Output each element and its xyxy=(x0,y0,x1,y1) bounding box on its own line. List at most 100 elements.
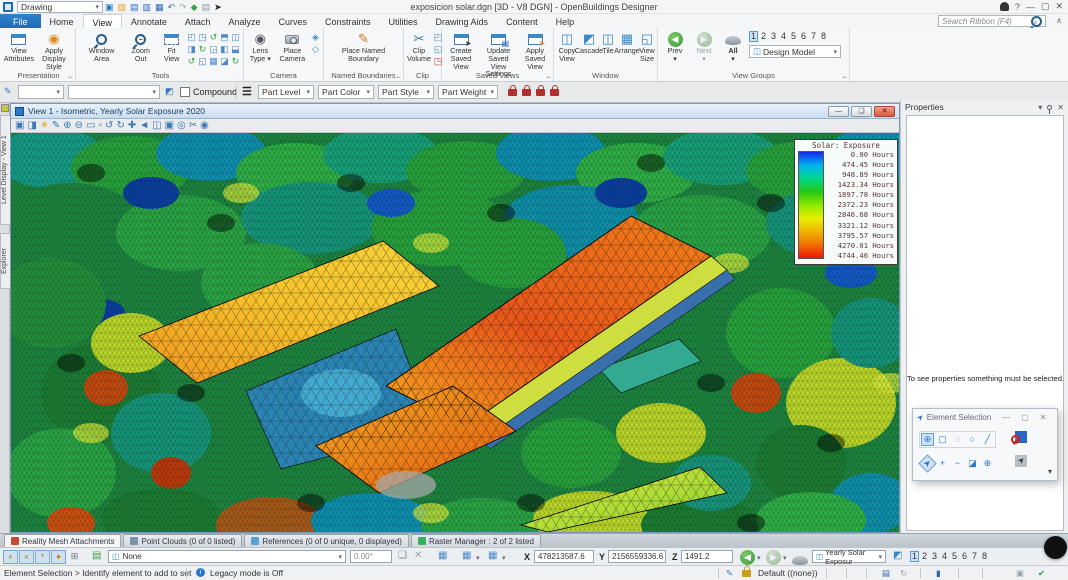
redo-icon[interactable]: ↷ xyxy=(179,1,187,13)
snap-mode-icon[interactable]: ⊞ xyxy=(67,550,82,564)
walk-icon[interactable]: ◄ xyxy=(139,119,149,132)
clip-view-icon[interactable]: ✂ xyxy=(189,119,197,132)
place-named-boundary-button[interactable]: ✎ Place Named Boundary xyxy=(326,30,401,64)
element-template-icon[interactable]: ✎ xyxy=(4,86,12,97)
part-weight-select[interactable]: Part Weight▾ xyxy=(438,85,498,99)
view-back-icon[interactable]: ▦ xyxy=(208,55,219,67)
clip-volume-button[interactable]: ✂ Clip Volume xyxy=(406,30,432,64)
workflow-selector[interactable]: Drawing▾ xyxy=(17,1,103,13)
lock-weight-icon[interactable] xyxy=(550,89,559,96)
dialog-launcher-icon[interactable]: ¬ xyxy=(69,73,73,80)
chevron-down-icon[interactable]: ▾ xyxy=(783,553,787,565)
user-account-icon[interactable] xyxy=(1000,2,1009,11)
tab-drawing-aids[interactable]: Drawing Aids xyxy=(427,14,498,28)
view-toggle-2[interactable]: 2 xyxy=(920,551,929,562)
print-icon[interactable]: ▤ xyxy=(202,1,211,13)
active-element-template-select[interactable]: ▾ xyxy=(18,85,64,99)
viewport-canvas[interactable]: Solar: Exposure 0.00 Hours474.45 Hours94… xyxy=(11,133,899,532)
view-toggle-8[interactable]: 8 xyxy=(819,31,828,42)
maximize-button[interactable]: ▢ xyxy=(1041,1,1050,12)
view-toggle-8[interactable]: 8 xyxy=(980,551,989,562)
all-views-icon[interactable] xyxy=(792,556,808,565)
close-button[interactable]: ✕ xyxy=(1055,1,1063,12)
view-toggle-7[interactable]: 7 xyxy=(970,551,979,562)
copy-view-icon[interactable]: ◫ xyxy=(152,119,161,132)
select-individual-icon[interactable]: ⊕ xyxy=(921,433,934,446)
tab-view[interactable]: View xyxy=(83,14,122,28)
tab-file[interactable]: File xyxy=(0,14,41,28)
view-rotation-icon[interactable]: ⬒ xyxy=(219,31,230,43)
save-status-icon[interactable]: ▤ xyxy=(882,568,890,579)
sun-shadow-icon[interactable]: ☀ xyxy=(40,119,49,132)
tab-raster-manager[interactable]: Raster Manager : 2 of 2 listed xyxy=(411,534,541,547)
pin-icon[interactable] xyxy=(1047,105,1052,110)
dock-icon[interactable] xyxy=(1,104,9,112)
view-fly-icon[interactable]: ↺ xyxy=(186,55,197,67)
view-toggle-4[interactable]: 4 xyxy=(940,551,949,562)
change-view-icon[interactable]: ▣ xyxy=(165,119,174,132)
lens-type-button[interactable]: ◉ Lens Type ▾ xyxy=(246,30,275,64)
dialog-launcher-icon[interactable]: ¬ xyxy=(547,73,551,80)
tab-references[interactable]: References (0 of 0 unique, 0 displayed) xyxy=(244,534,409,547)
select-shape-icon[interactable]: ◌ xyxy=(951,433,964,446)
view-previous-icon[interactable]: ◰ xyxy=(186,31,197,43)
fit-view-button[interactable]: Fit View xyxy=(158,30,185,64)
lock-color-icon[interactable] xyxy=(522,89,531,96)
brush-icon[interactable]: ✎ xyxy=(52,119,60,132)
pin-icon[interactable]: ◆ xyxy=(191,1,198,13)
dialog-maximize-button[interactable]: ▢ xyxy=(1021,413,1029,422)
display-style-icon[interactable]: ◨ xyxy=(27,119,36,132)
tab-explorer[interactable]: Explorer xyxy=(0,233,10,289)
active-angle-field[interactable]: 0.00° xyxy=(350,550,392,563)
zoom-in-icon[interactable]: ⊕ xyxy=(63,119,71,132)
grid-config-icon[interactable]: ▦ xyxy=(462,550,471,562)
render-icon[interactable]: ◎ xyxy=(177,119,186,132)
sync-status-icon[interactable]: ↻ xyxy=(900,568,907,579)
next-view-group-icon[interactable]: ▶ xyxy=(766,550,781,565)
lock-status-icon[interactable] xyxy=(742,570,751,577)
window-area-button[interactable]: Window Area xyxy=(80,30,123,64)
pattern-icon[interactable]: ✕ xyxy=(414,550,422,562)
zoom-out-icon[interactable]: ⊖ xyxy=(75,119,83,132)
design-history-icon[interactable]: ▮ xyxy=(936,568,941,579)
y-coordinate-field[interactable]: 2156559336.6 xyxy=(608,550,666,563)
camera-view-icon[interactable]: ◉ xyxy=(200,119,209,132)
place-camera-button[interactable]: Place Camera xyxy=(276,30,309,64)
compound-checkbox[interactable] xyxy=(180,87,190,97)
chevron-down-icon[interactable]: ▾ xyxy=(476,553,480,565)
view-toggle-3[interactable]: 3 xyxy=(930,551,939,562)
help-icon[interactable]: ? xyxy=(1015,2,1020,12)
dialog-close-button[interactable]: ✕ xyxy=(1040,413,1047,422)
prev-view-group-icon[interactable]: ◀ xyxy=(740,550,755,565)
view-toggle-7[interactable]: 7 xyxy=(809,31,818,42)
manage-configuration-icon[interactable]: ▣ xyxy=(105,1,114,13)
pointer-icon[interactable]: ➤ xyxy=(214,1,222,13)
tab-help[interactable]: Help xyxy=(547,14,584,28)
zoom-out-button[interactable]: − Zoom Out xyxy=(124,30,157,64)
select-block-icon[interactable]: ▢ xyxy=(936,433,949,446)
notification-bubble[interactable] xyxy=(1044,536,1067,559)
select-circle-icon[interactable]: ○ xyxy=(966,433,979,446)
grid-lock-icon[interactable]: ▦ xyxy=(438,550,447,562)
expand-dialog-icon[interactable]: ▾ xyxy=(1048,467,1052,476)
view-next-icon[interactable]: ◳ xyxy=(197,31,208,43)
dialog-minimize-button[interactable]: — xyxy=(1002,413,1010,422)
element-selection-title-bar[interactable]: ➤ Element Selection — ▢ ✕ xyxy=(913,409,1057,425)
view-toggle-5[interactable]: 5 xyxy=(950,551,959,562)
view-cube-iso-icon[interactable]: ◧ xyxy=(219,43,230,55)
tab-analyze[interactable]: Analyze xyxy=(219,14,269,28)
z-coordinate-field[interactable]: 1491.2 xyxy=(681,550,733,563)
tab-utilities[interactable]: Utilities xyxy=(380,14,427,28)
grid-display-icon[interactable]: ▦ xyxy=(488,550,497,562)
active-locks-select[interactable]: ◫ None ▾ xyxy=(108,550,346,563)
view-toggle-6[interactable]: 6 xyxy=(799,31,808,42)
view-restore-button[interactable]: ❏ xyxy=(851,106,872,117)
select-invert-icon[interactable]: ◪ xyxy=(966,457,979,470)
app-icon[interactable] xyxy=(3,2,13,12)
view-group-select[interactable]: ◫ Yearly Solar Exposur ▾ xyxy=(812,550,886,563)
undo-icon[interactable]: ↶ xyxy=(168,1,176,13)
tab-home[interactable]: Home xyxy=(41,14,83,28)
collapse-ribbon-icon[interactable]: ∧ xyxy=(1056,16,1062,25)
update-view-icon[interactable]: ↺ xyxy=(208,31,219,43)
part-color-select[interactable]: Part Color▾ xyxy=(318,85,374,99)
